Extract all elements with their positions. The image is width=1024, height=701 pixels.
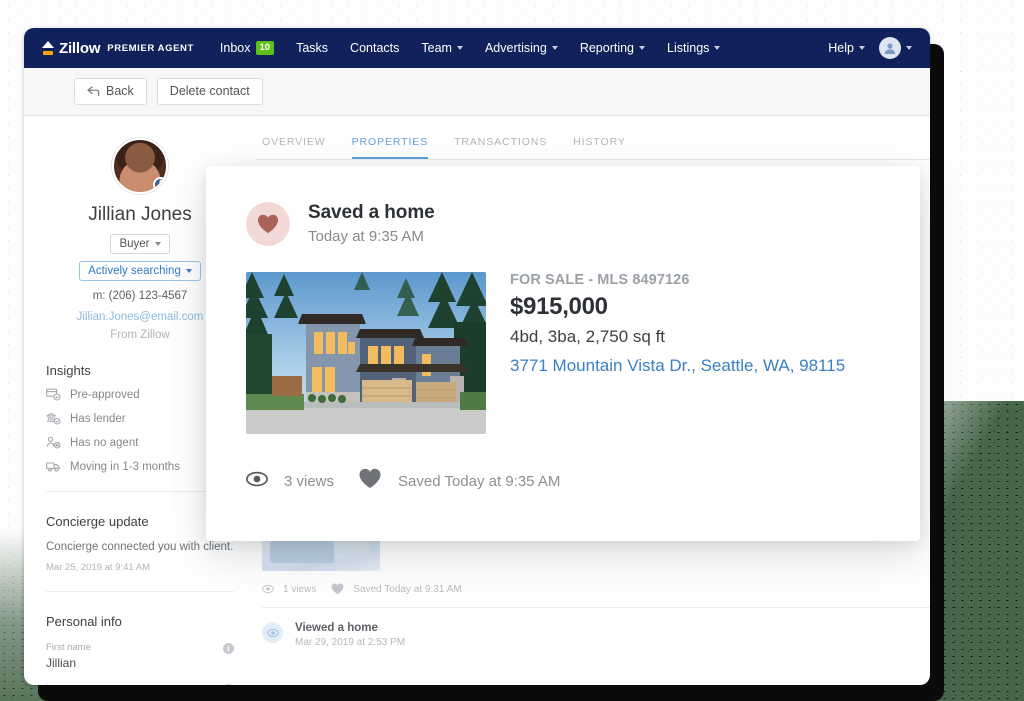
timeline-item-meta: 1 views Saved Today at 9:31 AM bbox=[262, 583, 930, 595]
chevron-down-icon bbox=[186, 269, 192, 273]
agent-none-icon bbox=[46, 436, 61, 449]
eye-icon bbox=[246, 471, 268, 492]
nav-item-listings[interactable]: Listings bbox=[667, 41, 720, 55]
back-button[interactable]: Back bbox=[74, 78, 147, 105]
house-photo-illustration bbox=[246, 272, 486, 434]
nav-right-group: Help bbox=[828, 37, 912, 59]
chevron-down-icon bbox=[906, 46, 912, 50]
chevron-down-icon bbox=[457, 46, 463, 50]
page-backdrop: Zillow PREMIER AGENT Inbox 10 Tasks Cont… bbox=[0, 0, 1024, 701]
sidebar-divider bbox=[46, 591, 234, 592]
delete-contact-button[interactable]: Delete contact bbox=[157, 78, 263, 105]
listing-details: FOR SALE - MLS 8497126 $915,000 4bd, 3ba… bbox=[510, 272, 845, 434]
nav-item-help[interactable]: Help bbox=[828, 41, 865, 55]
tab-overview[interactable]: OVERVIEW bbox=[262, 136, 326, 159]
tab-properties[interactable]: PROPERTIES bbox=[352, 136, 429, 159]
back-arrow-icon bbox=[87, 86, 100, 97]
viewed-home-eye-icon bbox=[262, 622, 283, 643]
contact-status-dropdown[interactable]: Actively searching bbox=[79, 261, 201, 281]
timeline-entry-title: Viewed a home bbox=[295, 622, 405, 634]
nav-item-label: Inbox bbox=[220, 41, 251, 55]
help-label: Help bbox=[828, 41, 854, 55]
facebook-badge-icon: f bbox=[153, 177, 168, 192]
account-menu[interactable] bbox=[879, 37, 912, 59]
listing-status-mls: FOR SALE - MLS 8497126 bbox=[510, 272, 845, 288]
bank-check-icon bbox=[46, 412, 61, 425]
nav-item-tasks[interactable]: Tasks bbox=[296, 41, 328, 55]
nav-item-label: Tasks bbox=[296, 41, 328, 55]
heart-icon bbox=[331, 583, 344, 595]
brand-name: Zillow bbox=[59, 40, 100, 57]
field-last-name[interactable]: Last name Jones i bbox=[46, 683, 234, 685]
tab-history[interactable]: HISTORY bbox=[573, 136, 626, 159]
saved-timestamp: Saved Today at 9:31 AM bbox=[353, 584, 461, 595]
concierge-timestamp: Mar 25, 2019 at 9:41 AM bbox=[46, 562, 234, 573]
heart-icon-badge bbox=[246, 202, 290, 246]
views-count: 1 views bbox=[283, 584, 316, 595]
listing-address-link[interactable]: 3771 Mountain Vista Dr., Seattle, WA, 98… bbox=[510, 356, 845, 376]
insight-label: Has no agent bbox=[70, 437, 138, 449]
timeline-entry-timestamp: Mar 29, 2019 at 2:53 PM bbox=[295, 637, 405, 648]
saved-home-footer: 3 views Saved Today at 9:35 AM bbox=[246, 468, 880, 494]
truck-icon bbox=[46, 460, 61, 473]
saved-home-subtitle: Today at 9:35 AM bbox=[308, 228, 435, 245]
field-first-name[interactable]: First name Jillian i bbox=[46, 642, 234, 670]
info-icon[interactable]: i bbox=[223, 643, 234, 654]
contact-type-label: Buyer bbox=[119, 238, 149, 250]
nav-item-inbox[interactable]: Inbox 10 bbox=[220, 41, 274, 55]
chevron-down-icon bbox=[639, 46, 645, 50]
tab-transactions[interactable]: TRANSACTIONS bbox=[454, 136, 547, 159]
contact-toolbar: Back Delete contact bbox=[24, 68, 930, 116]
saved-home-title: Saved a home bbox=[308, 202, 435, 224]
nav-item-label: Advertising bbox=[485, 41, 547, 55]
user-avatar-icon bbox=[879, 37, 901, 59]
nav-item-reporting[interactable]: Reporting bbox=[580, 41, 645, 55]
personal-info-heading: Personal info bbox=[46, 614, 234, 629]
heart-icon bbox=[358, 468, 382, 494]
delete-contact-label: Delete contact bbox=[170, 85, 250, 98]
zillow-house-icon bbox=[42, 41, 54, 55]
contact-type-dropdown[interactable]: Buyer bbox=[110, 234, 169, 254]
nav-item-contacts[interactable]: Contacts bbox=[350, 41, 399, 55]
listing-hero-photo[interactable] bbox=[246, 272, 486, 434]
nav-item-label: Listings bbox=[667, 41, 709, 55]
nav-item-label: Contacts bbox=[350, 41, 399, 55]
nav-item-advertising[interactable]: Advertising bbox=[485, 41, 558, 55]
zillow-premier-agent-logo[interactable]: Zillow PREMIER AGENT bbox=[42, 40, 194, 57]
chevron-down-icon bbox=[859, 46, 865, 50]
back-button-label: Back bbox=[106, 85, 134, 98]
concierge-text: Concierge connected you with client. bbox=[46, 539, 234, 555]
card-check-icon bbox=[46, 388, 61, 401]
nav-item-label: Reporting bbox=[580, 41, 634, 55]
listing-specs: 4bd, 3ba, 2,750 sq ft bbox=[510, 327, 845, 347]
chevron-down-icon bbox=[714, 46, 720, 50]
insight-label: Moving in 1-3 months bbox=[70, 461, 180, 473]
insight-label: Has lender bbox=[70, 413, 126, 425]
saved-home-body: FOR SALE - MLS 8497126 $915,000 4bd, 3ba… bbox=[246, 272, 880, 434]
field-label: First name bbox=[46, 642, 234, 653]
contact-tabs: OVERVIEW PROPERTIES TRANSACTIONS HISTORY bbox=[256, 122, 930, 160]
chevron-down-icon bbox=[155, 242, 161, 246]
nav-item-label: Team bbox=[421, 41, 452, 55]
inbox-unread-badge: 10 bbox=[256, 41, 275, 55]
saved-timestamp: Saved Today at 9:35 AM bbox=[398, 473, 560, 490]
listing-price: $915,000 bbox=[510, 293, 845, 321]
brand-suffix: PREMIER AGENT bbox=[107, 43, 194, 54]
timeline-viewed-home-item[interactable]: Viewed a home Mar 29, 2019 at 2:53 PM bbox=[262, 608, 930, 648]
saved-home-detail-card: Saved a home Today at 9:35 AM bbox=[206, 166, 920, 541]
chevron-down-icon bbox=[552, 46, 558, 50]
views-count: 3 views bbox=[284, 473, 334, 490]
saved-home-header: Saved a home Today at 9:35 AM bbox=[246, 202, 880, 246]
contact-avatar: f bbox=[112, 138, 168, 194]
field-label: Last name bbox=[46, 683, 234, 685]
primary-nav-items: Inbox 10 Tasks Contacts Team Advertising bbox=[220, 41, 720, 55]
eye-icon bbox=[262, 583, 274, 595]
nav-item-team[interactable]: Team bbox=[421, 41, 463, 55]
heart-icon bbox=[257, 214, 279, 234]
insight-label: Pre-approved bbox=[70, 389, 140, 401]
contact-status-label: Actively searching bbox=[88, 265, 181, 277]
field-value: Jillian bbox=[46, 656, 234, 670]
top-navigation-bar: Zillow PREMIER AGENT Inbox 10 Tasks Cont… bbox=[24, 28, 930, 68]
